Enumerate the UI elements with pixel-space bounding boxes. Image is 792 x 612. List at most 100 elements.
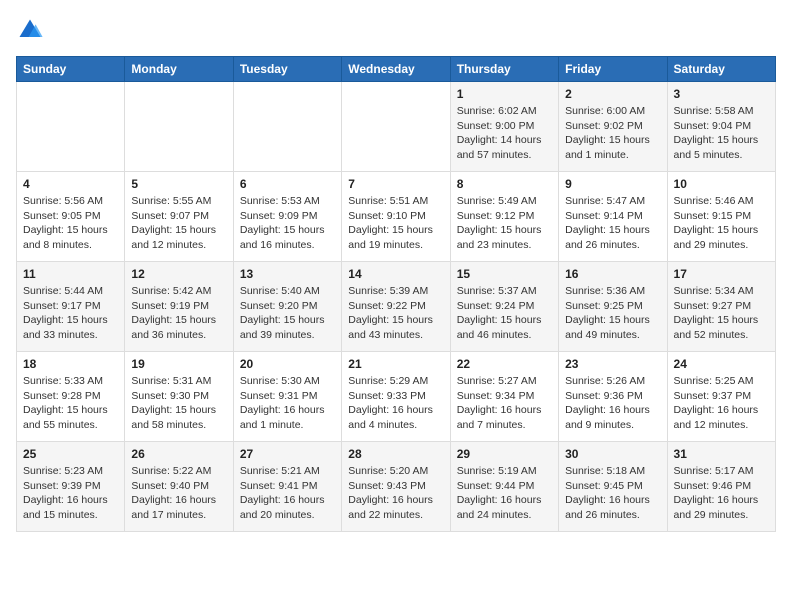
- day-number: 21: [348, 357, 443, 371]
- day-number: 23: [565, 357, 660, 371]
- day-number: 30: [565, 447, 660, 461]
- column-header-friday: Friday: [559, 57, 667, 82]
- calendar-cell: 31 Sunrise: 5:17 AMSunset: 9:46 PMDayligh…: [667, 442, 775, 532]
- day-number: 6: [240, 177, 335, 191]
- day-number: 14: [348, 267, 443, 281]
- calendar-cell: [125, 82, 233, 172]
- column-header-wednesday: Wednesday: [342, 57, 450, 82]
- day-number: 25: [23, 447, 118, 461]
- calendar-week-1: 1 Sunrise: 6:02 AMSunset: 9:00 PMDaylight…: [17, 82, 776, 172]
- calendar-body: 1 Sunrise: 6:02 AMSunset: 9:00 PMDaylight…: [17, 82, 776, 532]
- day-number: 27: [240, 447, 335, 461]
- calendar-cell: 25 Sunrise: 5:23 AMSunset: 9:39 PMDayligh…: [17, 442, 125, 532]
- calendar-week-5: 25 Sunrise: 5:23 AMSunset: 9:39 PMDayligh…: [17, 442, 776, 532]
- day-info: Sunrise: 5:31 AMSunset: 9:30 PMDaylight:…: [131, 374, 226, 433]
- day-info: Sunrise: 5:34 AMSunset: 9:27 PMDaylight:…: [674, 284, 769, 343]
- day-number: 4: [23, 177, 118, 191]
- day-number: 7: [348, 177, 443, 191]
- day-info: Sunrise: 5:42 AMSunset: 9:19 PMDaylight:…: [131, 284, 226, 343]
- day-number: 26: [131, 447, 226, 461]
- day-number: 16: [565, 267, 660, 281]
- day-info: Sunrise: 5:30 AMSunset: 9:31 PMDaylight:…: [240, 374, 335, 433]
- day-info: Sunrise: 5:21 AMSunset: 9:41 PMDaylight:…: [240, 464, 335, 523]
- calendar-cell: 1 Sunrise: 6:02 AMSunset: 9:00 PMDaylight…: [450, 82, 558, 172]
- page-header: [16, 16, 776, 44]
- day-info: Sunrise: 5:37 AMSunset: 9:24 PMDaylight:…: [457, 284, 552, 343]
- calendar-week-4: 18 Sunrise: 5:33 AMSunset: 9:28 PMDayligh…: [17, 352, 776, 442]
- day-number: 19: [131, 357, 226, 371]
- calendar-week-2: 4 Sunrise: 5:56 AMSunset: 9:05 PMDaylight…: [17, 172, 776, 262]
- day-info: Sunrise: 5:44 AMSunset: 9:17 PMDaylight:…: [23, 284, 118, 343]
- calendar-cell: 9Sunrise: 5:47 AMSunset: 9:14 PMDaylight…: [559, 172, 667, 262]
- calendar-cell: 29 Sunrise: 5:19 AMSunset: 9:44 PMDayligh…: [450, 442, 558, 532]
- day-number: 9: [565, 177, 660, 191]
- column-header-saturday: Saturday: [667, 57, 775, 82]
- calendar-cell: 14 Sunrise: 5:39 AMSunset: 9:22 PMDayligh…: [342, 262, 450, 352]
- calendar-cell: 13 Sunrise: 5:40 AMSunset: 9:20 PMDayligh…: [233, 262, 341, 352]
- calendar-week-3: 11 Sunrise: 5:44 AMSunset: 9:17 PMDayligh…: [17, 262, 776, 352]
- header-row: SundayMondayTuesdayWednesdayThursdayFrid…: [17, 57, 776, 82]
- calendar-cell: 17 Sunrise: 5:34 AMSunset: 9:27 PMDayligh…: [667, 262, 775, 352]
- calendar-cell: 3Sunrise: 5:58 AMSunset: 9:04 PMDaylight…: [667, 82, 775, 172]
- column-header-tuesday: Tuesday: [233, 57, 341, 82]
- calendar-cell: 22Sunrise: 5:27 AMSunset: 9:34 PMDayligh…: [450, 352, 558, 442]
- calendar-cell: 24 Sunrise: 5:25 AMSunset: 9:37 PMDayligh…: [667, 352, 775, 442]
- calendar-cell: 28Sunrise: 5:20 AMSunset: 9:43 PMDayligh…: [342, 442, 450, 532]
- day-info: Sunrise: 5:19 AMSunset: 9:44 PMDaylight:…: [457, 464, 552, 523]
- logo-icon: [16, 16, 44, 44]
- calendar-cell: 20 Sunrise: 5:30 AMSunset: 9:31 PMDayligh…: [233, 352, 341, 442]
- day-info: Sunrise: 5:36 AMSunset: 9:25 PMDaylight:…: [565, 284, 660, 343]
- calendar-cell: 5 Sunrise: 5:55 AMSunset: 9:07 PMDaylight…: [125, 172, 233, 262]
- calendar-table: SundayMondayTuesdayWednesdayThursdayFrid…: [16, 56, 776, 532]
- day-number: 29: [457, 447, 552, 461]
- day-number: 15: [457, 267, 552, 281]
- day-number: 24: [674, 357, 769, 371]
- day-number: 13: [240, 267, 335, 281]
- column-header-monday: Monday: [125, 57, 233, 82]
- day-info: Sunrise: 6:02 AMSunset: 9:00 PMDaylight:…: [457, 104, 552, 163]
- day-info: Sunrise: 5:40 AMSunset: 9:20 PMDaylight:…: [240, 284, 335, 343]
- day-info: Sunrise: 5:18 AMSunset: 9:45 PMDaylight:…: [565, 464, 660, 523]
- calendar-cell: 8Sunrise: 5:49 AMSunset: 9:12 PMDaylight…: [450, 172, 558, 262]
- calendar-cell: 15 Sunrise: 5:37 AMSunset: 9:24 PMDayligh…: [450, 262, 558, 352]
- calendar-cell: [342, 82, 450, 172]
- calendar-cell: 10Sunrise: 5:46 AMSunset: 9:15 PMDayligh…: [667, 172, 775, 262]
- day-number: 2: [565, 87, 660, 101]
- calendar-cell: [233, 82, 341, 172]
- day-info: Sunrise: 5:17 AMSunset: 9:46 PMDaylight:…: [674, 464, 769, 523]
- day-number: 1: [457, 87, 552, 101]
- calendar-cell: 27 Sunrise: 5:21 AMSunset: 9:41 PMDayligh…: [233, 442, 341, 532]
- calendar-cell: 30 Sunrise: 5:18 AMSunset: 9:45 PMDayligh…: [559, 442, 667, 532]
- calendar-cell: 7 Sunrise: 5:51 AMSunset: 9:10 PMDaylight…: [342, 172, 450, 262]
- day-info: Sunrise: 5:56 AMSunset: 9:05 PMDaylight:…: [23, 194, 118, 253]
- day-number: 31: [674, 447, 769, 461]
- calendar-cell: 21 Sunrise: 5:29 AMSunset: 9:33 PMDayligh…: [342, 352, 450, 442]
- day-number: 10: [674, 177, 769, 191]
- calendar-cell: 12Sunrise: 5:42 AMSunset: 9:19 PMDayligh…: [125, 262, 233, 352]
- day-info: Sunrise: 5:51 AMSunset: 9:10 PMDaylight:…: [348, 194, 443, 253]
- day-number: 11: [23, 267, 118, 281]
- day-number: 5: [131, 177, 226, 191]
- day-info: Sunrise: 5:29 AMSunset: 9:33 PMDaylight:…: [348, 374, 443, 433]
- day-info: Sunrise: 5:23 AMSunset: 9:39 PMDaylight:…: [23, 464, 118, 523]
- day-info: Sunrise: 5:25 AMSunset: 9:37 PMDaylight:…: [674, 374, 769, 433]
- day-number: 18: [23, 357, 118, 371]
- calendar-header: SundayMondayTuesdayWednesdayThursdayFrid…: [17, 57, 776, 82]
- day-info: Sunrise: 5:22 AMSunset: 9:40 PMDaylight:…: [131, 464, 226, 523]
- day-number: 28: [348, 447, 443, 461]
- day-info: Sunrise: 5:39 AMSunset: 9:22 PMDaylight:…: [348, 284, 443, 343]
- logo: [16, 16, 48, 44]
- calendar-cell: 16 Sunrise: 5:36 AMSunset: 9:25 PMDayligh…: [559, 262, 667, 352]
- calendar-cell: 2Sunrise: 6:00 AMSunset: 9:02 PMDaylight…: [559, 82, 667, 172]
- day-info: Sunrise: 5:33 AMSunset: 9:28 PMDaylight:…: [23, 374, 118, 433]
- column-header-thursday: Thursday: [450, 57, 558, 82]
- calendar-cell: 23Sunrise: 5:26 AMSunset: 9:36 PMDayligh…: [559, 352, 667, 442]
- day-info: Sunrise: 5:55 AMSunset: 9:07 PMDaylight:…: [131, 194, 226, 253]
- day-info: Sunrise: 5:49 AMSunset: 9:12 PMDaylight:…: [457, 194, 552, 253]
- calendar-cell: 11 Sunrise: 5:44 AMSunset: 9:17 PMDayligh…: [17, 262, 125, 352]
- day-number: 17: [674, 267, 769, 281]
- day-info: Sunrise: 5:27 AMSunset: 9:34 PMDaylight:…: [457, 374, 552, 433]
- day-number: 20: [240, 357, 335, 371]
- calendar-cell: 4 Sunrise: 5:56 AMSunset: 9:05 PMDaylight…: [17, 172, 125, 262]
- calendar-cell: 6Sunrise: 5:53 AMSunset: 9:09 PMDaylight…: [233, 172, 341, 262]
